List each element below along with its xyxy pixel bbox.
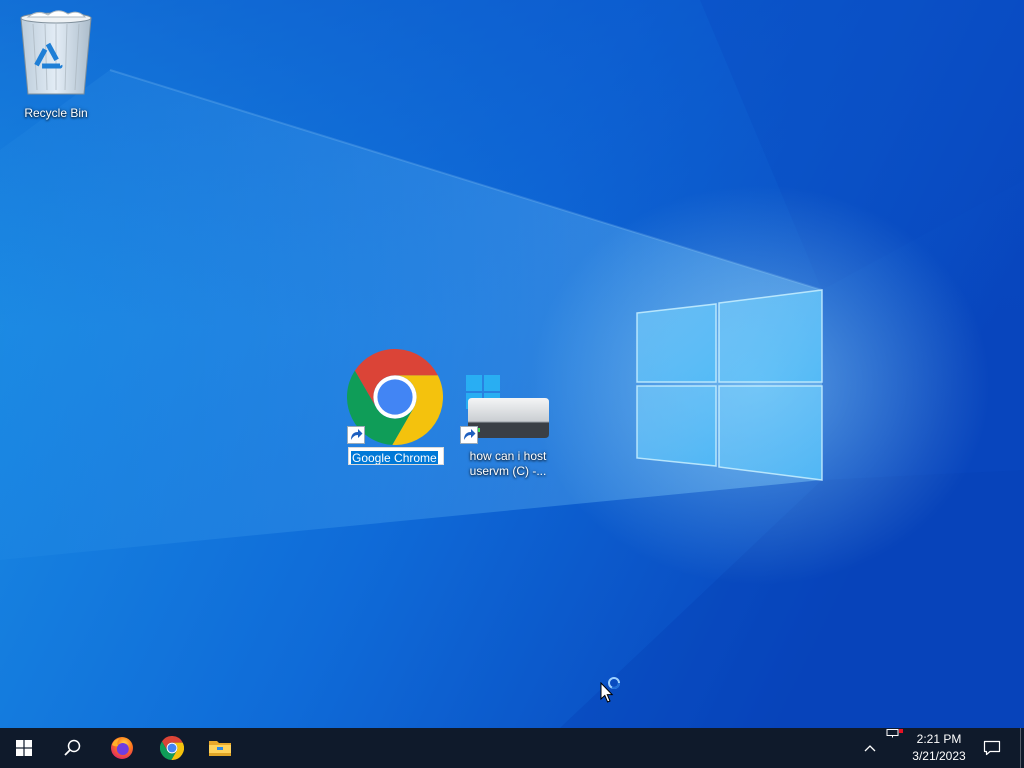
chrome-shortcut[interactable]: Google Chrome — [343, 345, 447, 469]
search-button[interactable] — [48, 728, 96, 768]
recycle-bin-icon — [20, 10, 92, 95]
drive-shortcut[interactable]: how can i host uservm (C) -... — [456, 370, 560, 482]
clock-time: 2:21 PM — [916, 732, 962, 746]
firefox-icon — [111, 737, 133, 759]
taskbar: 2:21 PM 3/21/2023 — [0, 728, 1024, 768]
recycle-bin-label: Recycle Bin — [24, 106, 88, 120]
chrome-icon — [160, 736, 184, 760]
chevron-up-icon — [864, 745, 876, 752]
windows-icon — [16, 740, 32, 756]
taskbar-chrome[interactable] — [148, 728, 196, 768]
file-explorer-icon — [209, 741, 231, 756]
show-hidden-icons-button[interactable] — [858, 728, 882, 768]
show-desktop-divider — [1019, 728, 1021, 768]
notification-icon — [983, 740, 1001, 756]
logo-pane-bottom-left — [636, 385, 717, 467]
desktop-wallpaper — [0, 0, 1024, 728]
rename-input[interactable]: Google Chrome — [348, 447, 444, 465]
logo-pane-top-left — [636, 303, 717, 383]
clock[interactable]: 2:21 PM 3/21/2023 — [904, 728, 974, 768]
recycle-bin-shortcut[interactable]: Recycle Bin — [8, 6, 104, 122]
search-icon — [64, 739, 81, 756]
shortcut-arrow-icon — [460, 426, 478, 444]
logo-pane-bottom-right — [718, 385, 823, 481]
show-desktop-button[interactable] — [1016, 728, 1024, 768]
rename-selected-text: Google Chrome — [351, 451, 438, 465]
shortcut-arrow-icon — [347, 426, 365, 444]
network-icon[interactable] — [886, 729, 904, 738]
drive-shortcut-label: how can i host uservm (C) -... — [469, 449, 547, 478]
taskbar-firefox[interactable] — [98, 728, 146, 768]
logo-pane-top-right — [718, 289, 823, 383]
action-center-button[interactable] — [976, 728, 1008, 768]
clock-date: 3/21/2023 — [912, 749, 966, 763]
taskbar-file-explorer[interactable] — [196, 728, 244, 768]
start-button[interactable] — [0, 728, 48, 768]
desktop[interactable]: Recycle Bin Google Chrome how can i host… — [0, 0, 1024, 728]
busy-spinner-icon — [608, 677, 620, 689]
